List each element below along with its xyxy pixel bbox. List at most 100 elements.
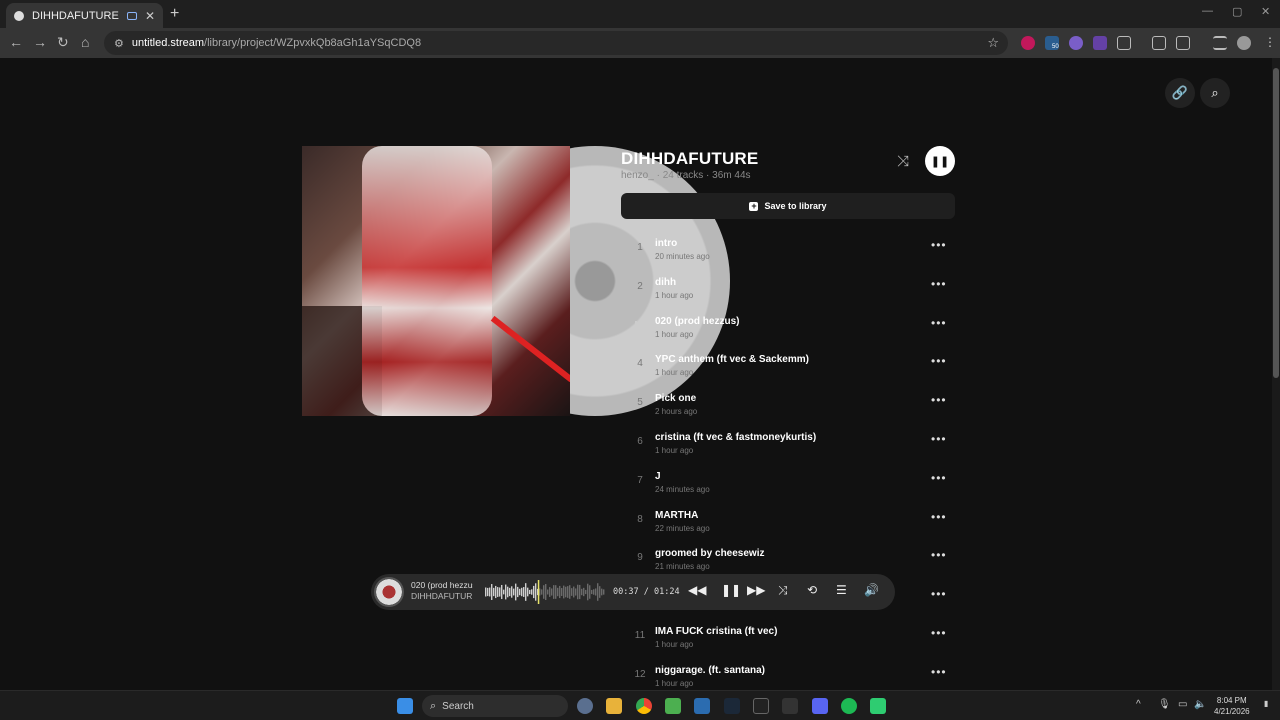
play-pause-button[interactable]: ❚❚ [925, 146, 955, 176]
track-title[interactable]: dihh [655, 277, 676, 288]
more-options-icon[interactable]: ••• [931, 665, 947, 679]
minecraft-icon[interactable] [665, 698, 681, 714]
more-options-icon[interactable]: ••• [931, 316, 947, 330]
url-host: untitled.stream [131, 37, 205, 49]
track-title[interactable]: Pick one [655, 393, 696, 404]
spotify-icon[interactable] [841, 698, 857, 714]
file-explorer-icon[interactable] [606, 698, 622, 714]
app-icon[interactable] [870, 698, 886, 714]
browser-menu-icon[interactable]: ⋮ [1264, 35, 1276, 49]
close-window-button[interactable]: ✕ [1261, 5, 1270, 18]
copy-link-button[interactable]: 🔗 [1165, 78, 1195, 108]
track-row[interactable]: 11 IMA FUCK cristina (ft vec) 1 hour ago ••… [621, 616, 955, 655]
bookmark-star-icon[interactable]: ☆ [987, 35, 999, 51]
more-options-icon[interactable]: ••• [931, 277, 947, 291]
volume-icon[interactable]: 🔊 [864, 583, 879, 597]
microphone-icon[interactable]: 🎙 [1158, 699, 1171, 710]
track-title[interactable]: cristina (ft vec & fastmoneykurtis) [655, 432, 816, 443]
maximize-button[interactable]: ▢ [1232, 5, 1242, 18]
steam-icon[interactable] [724, 698, 740, 714]
profile-avatar[interactable] [1237, 36, 1251, 50]
track-title[interactable]: groomed by cheesewiz [655, 548, 764, 559]
queue-icon[interactable]: ☰ [836, 583, 847, 597]
save-to-library-button[interactable]: + Save to library [621, 193, 955, 219]
search-button[interactable]: ⌕ [1200, 78, 1230, 108]
track-title[interactable]: intro [655, 238, 677, 249]
tab-groups-icon[interactable] [1152, 36, 1166, 50]
system-clock[interactable]: 8:04 PM 4/21/2026 [1214, 695, 1250, 717]
track-row[interactable]: 6 cristina (ft vec & fastmoneykurtis) 1 ho… [621, 422, 955, 461]
photos-icon[interactable] [694, 698, 710, 714]
speaker-icon[interactable]: 🔈 [1194, 699, 1206, 710]
more-options-icon[interactable]: ••• [931, 548, 947, 562]
tray-overflow-icon[interactable]: ^ [1136, 699, 1141, 710]
waveform-scrubber[interactable] [485, 580, 605, 604]
track-list: 1 intro 20 minutes ago ••• 2 dihh 1 hour ago ••… [621, 228, 955, 690]
more-options-icon[interactable]: ••• [931, 354, 947, 368]
extensions-puzzle-icon[interactable] [1117, 36, 1131, 50]
start-menu-icon[interactable] [397, 698, 413, 714]
waveform-bar [521, 587, 523, 597]
media-playing-icon[interactable] [126, 11, 137, 20]
rewind-icon[interactable]: ◀◀ [688, 583, 706, 597]
home-icon[interactable]: ⌂ [81, 34, 89, 50]
notifications-icon[interactable]: ▮ [1264, 699, 1268, 708]
waveform-bar [547, 589, 549, 595]
more-options-icon[interactable]: ••• [931, 471, 947, 485]
more-options-icon[interactable]: ••• [931, 587, 947, 601]
more-options-icon[interactable]: ••• [931, 432, 947, 446]
shuffle-icon[interactable]: ⤨ [778, 583, 788, 598]
page-scrollbar[interactable] [1272, 58, 1280, 690]
track-row[interactable]: 4 YPC anthem (ft vec & Sackemm) 1 hour ago… [621, 344, 955, 383]
now-playing-thumbnail[interactable] [374, 577, 404, 607]
track-row[interactable]: 2 dihh 1 hour ago ••• [621, 267, 955, 306]
track-title[interactable]: MARTHA [655, 510, 698, 521]
track-row[interactable]: 9 groomed by cheesewiz 21 minutes ago ••• [621, 538, 955, 577]
chrome-icon[interactable] [636, 698, 652, 714]
extension-purple-icon[interactable] [1069, 36, 1083, 50]
track-row[interactable]: 7 J 24 minutes ago ••• [621, 461, 955, 500]
track-title[interactable]: 020 (prod hezzus) [655, 316, 739, 327]
repeat-icon[interactable]: ⟲ [807, 583, 817, 597]
pause-icon[interactable]: ❚❚ [721, 583, 741, 597]
split-view-icon[interactable] [1176, 36, 1190, 50]
more-options-icon[interactable]: ••• [931, 510, 947, 524]
epic-games-icon[interactable] [753, 698, 769, 714]
more-options-icon[interactable]: ••• [931, 626, 947, 640]
track-row[interactable]: 020 (prod hezzus) 1 hour ago ••• [621, 306, 955, 345]
track-row[interactable]: 1 intro 20 minutes ago ••• [621, 228, 955, 267]
logitech-icon[interactable] [782, 698, 798, 714]
fast-forward-icon[interactable]: ▶▶ [747, 583, 765, 597]
track-row[interactable]: 12 niggarage. (ft. santana) 1 hour ago ••• [621, 655, 955, 690]
scrollbar-thumb[interactable] [1273, 68, 1279, 378]
media-control-icon[interactable] [1213, 36, 1227, 50]
track-title[interactable]: J [655, 471, 661, 482]
track-title[interactable]: YPC anthem (ft vec & Sackemm) [655, 354, 809, 365]
network-icon[interactable]: ▭ [1178, 699, 1187, 710]
more-options-icon[interactable]: ••• [931, 238, 947, 252]
reload-icon[interactable]: ↻ [57, 34, 69, 51]
forward-icon[interactable]: → [33, 34, 47, 50]
discord-icon[interactable] [812, 698, 828, 714]
back-icon[interactable]: ← [9, 34, 23, 50]
address-bar[interactable]: ⚙ untitled.stream/library/project/WZpvxk… [104, 31, 1008, 55]
more-options-icon[interactable]: ••• [931, 393, 947, 407]
close-tab-button[interactable]: ✕ [145, 9, 155, 23]
shuffle-icon[interactable]: ⤨ [897, 153, 909, 170]
track-row[interactable]: 8 MARTHA 22 minutes ago ••• [621, 500, 955, 539]
browser-tab[interactable]: DIHHDAFUTURE ✕ [6, 3, 163, 28]
settings-gear-icon[interactable] [577, 698, 593, 714]
album-meta: henzo_ · 24 tracks · 36m 44s [621, 170, 751, 181]
new-tab-button[interactable]: + [170, 5, 179, 23]
minimize-button[interactable]: — [1202, 5, 1213, 17]
extension-twitch-icon[interactable] [1093, 36, 1107, 50]
waveform-bar [531, 589, 533, 595]
track-title[interactable]: IMA FUCK cristina (ft vec) [655, 626, 777, 637]
track-uploaded-time: 21 minutes ago [655, 562, 710, 572]
playhead[interactable] [537, 580, 540, 604]
site-info-icon[interactable]: ⚙ [114, 37, 124, 50]
track-title[interactable]: niggarage. (ft. santana) [655, 665, 765, 676]
extension-shield-icon[interactable] [1021, 36, 1035, 50]
taskbar-search[interactable]: ⌕ Search [422, 695, 568, 717]
track-row[interactable]: 5 Pick one 2 hours ago ••• [621, 383, 955, 422]
